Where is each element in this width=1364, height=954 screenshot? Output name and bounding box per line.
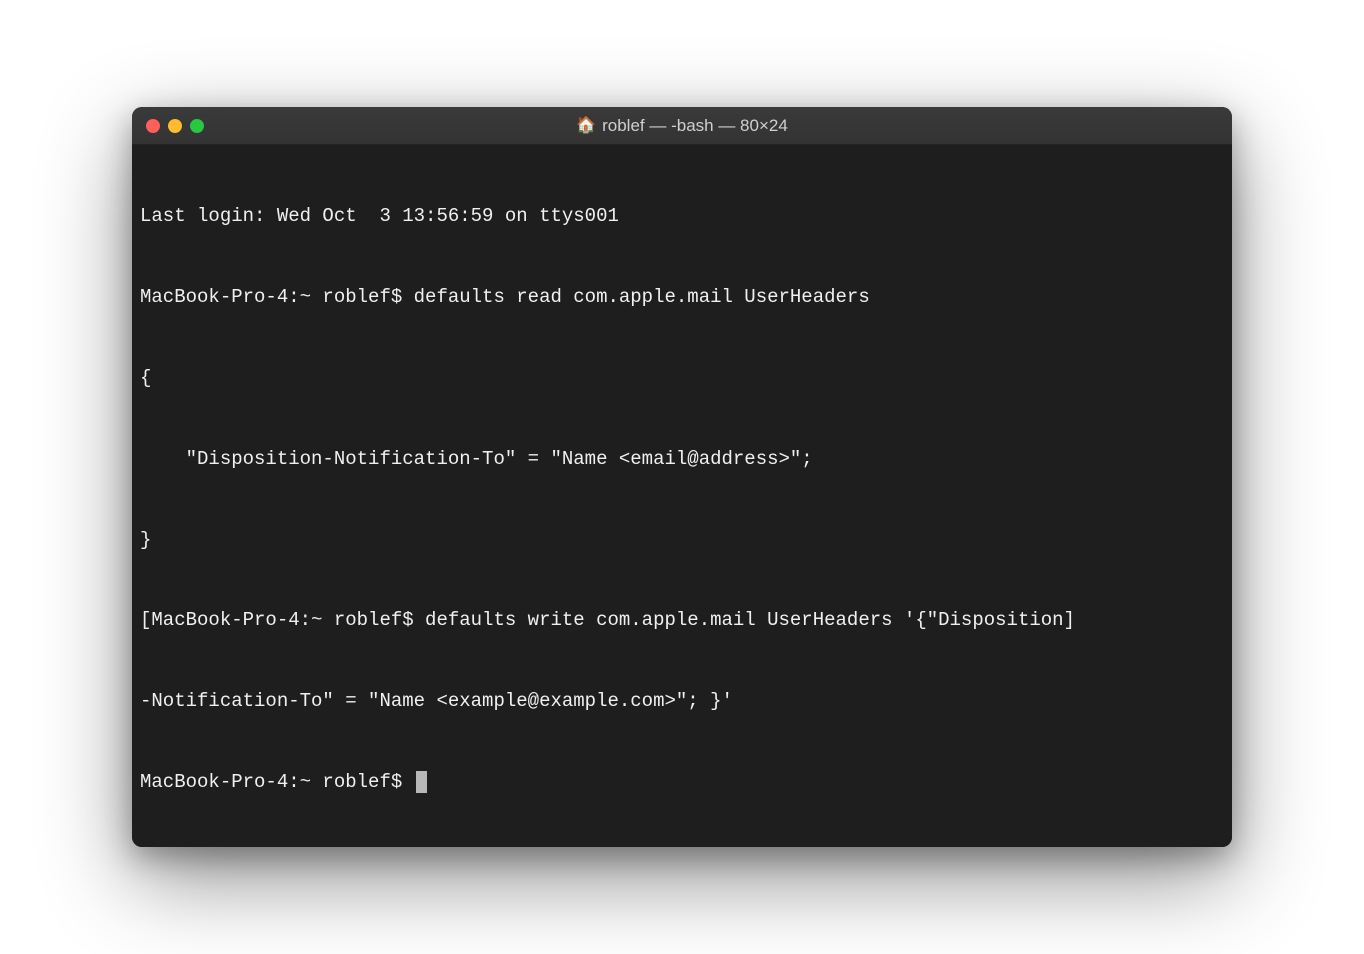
terminal-line: -Notification-To" = "Name <example@examp… [140, 688, 1224, 715]
window-title-wrap: 🏠 roblef — -bash — 80×24 [132, 116, 1232, 136]
cursor-icon [416, 771, 427, 793]
traffic-lights [132, 119, 204, 133]
minimize-button[interactable] [168, 119, 182, 133]
titlebar[interactable]: 🏠 roblef — -bash — 80×24 [132, 107, 1232, 145]
close-button[interactable] [146, 119, 160, 133]
terminal-line: } [140, 527, 1224, 554]
terminal-body[interactable]: Last login: Wed Oct 3 13:56:59 on ttys00… [132, 145, 1232, 847]
terminal-line: Last login: Wed Oct 3 13:56:59 on ttys00… [140, 203, 1224, 230]
window-title: roblef — -bash — 80×24 [602, 116, 788, 136]
home-icon: 🏠 [576, 118, 596, 134]
terminal-window: 🏠 roblef — -bash — 80×24 Last login: Wed… [132, 107, 1232, 847]
terminal-line: [MacBook-Pro-4:~ roblef$ defaults write … [140, 607, 1224, 634]
terminal-prompt-line: MacBook-Pro-4:~ roblef$ [140, 769, 1224, 796]
terminal-line: { [140, 365, 1224, 392]
terminal-line: "Disposition-Notification-To" = "Name <e… [140, 446, 1224, 473]
terminal-line: MacBook-Pro-4:~ roblef$ defaults read co… [140, 284, 1224, 311]
maximize-button[interactable] [190, 119, 204, 133]
terminal-prompt: MacBook-Pro-4:~ roblef$ [140, 771, 414, 793]
